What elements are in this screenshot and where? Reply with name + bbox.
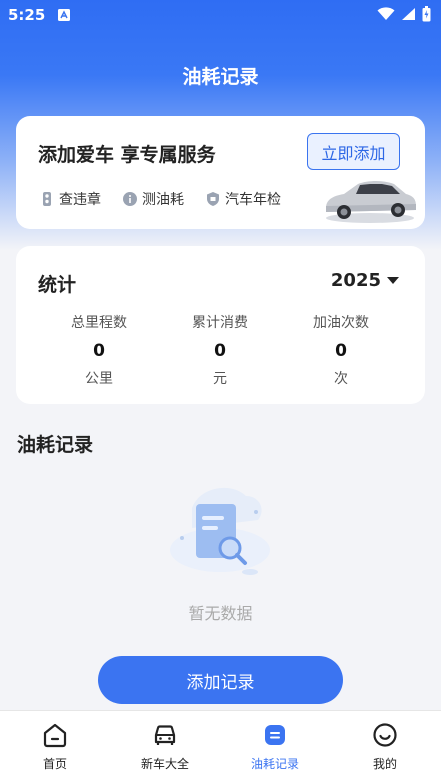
statistics-card: 统计 2025 总里程数 0 公里 累计消费 0 元 加油次数 0 次 <box>16 246 425 404</box>
battery-icon <box>422 6 431 22</box>
shield-icon <box>207 192 219 206</box>
status-time: 5:25 <box>8 6 46 24</box>
stat-label: 总里程数 <box>71 315 127 331</box>
stat-total-cost: 累计消费 0 元 <box>160 312 280 388</box>
tab-fuel-records[interactable]: 油耗记录 <box>220 721 330 772</box>
profile-icon <box>373 723 397 747</box>
add-car-promo-card: 添加爱车 享专属服务 立即添加 查违章 测油耗 汽车年检 <box>16 116 425 229</box>
tab-profile[interactable]: 我的 <box>330 721 440 772</box>
car-icon <box>154 725 176 745</box>
stat-total-mileage: 总里程数 0 公里 <box>39 312 159 388</box>
wifi-icon <box>377 7 395 20</box>
add-record-button[interactable]: 添加记录 <box>98 656 343 704</box>
page-title: 油耗记录 <box>182 66 259 88</box>
caret-down-icon <box>387 277 399 284</box>
status-bar: 5:25 <box>0 0 441 30</box>
info-icon <box>123 192 137 206</box>
promo-title: 添加爱车 享专属服务 <box>38 144 216 166</box>
traffic-light-icon <box>43 192 51 206</box>
stat-unit: 元 <box>213 371 227 387</box>
stat-unit: 公里 <box>85 371 113 387</box>
records-section-title: 油耗记录 <box>17 434 94 456</box>
fuel-record-icon <box>265 725 285 745</box>
feature-label: 汽车年检 <box>225 192 281 208</box>
tab-label: 我的 <box>372 757 397 771</box>
promo-features: 查违章 测油耗 汽车年检 <box>40 189 281 209</box>
feature-violation-check[interactable]: 查违章 <box>40 189 101 209</box>
add-now-button[interactable]: 立即添加 <box>307 133 400 170</box>
stat-label: 加油次数 <box>313 315 369 331</box>
tab-label: 油耗记录 <box>250 757 299 771</box>
tab-new-cars[interactable]: 新车大全 <box>110 721 220 772</box>
notification-app-icon <box>58 9 70 21</box>
stat-value: 0 <box>335 341 347 361</box>
year-value: 2025 <box>330 270 381 291</box>
home-icon <box>43 723 67 748</box>
stat-value: 0 <box>214 341 226 361</box>
feature-annual-inspection[interactable]: 汽车年检 <box>206 189 281 209</box>
car-illustration <box>326 181 416 223</box>
stats-title: 统计 <box>38 274 77 296</box>
tab-label: 首页 <box>42 757 67 771</box>
bottom-tab-bar: 首页 新车大全 油耗记录 我的 <box>0 710 441 784</box>
stat-label: 累计消费 <box>192 315 248 331</box>
tab-label: 新车大全 <box>140 757 189 771</box>
year-selector[interactable]: 2025 <box>331 270 399 291</box>
stat-value: 0 <box>93 341 105 361</box>
signal-icon <box>402 8 415 20</box>
feature-label: 查违章 <box>59 192 101 208</box>
feature-label: 测油耗 <box>142 192 184 208</box>
stat-refuel-count: 加油次数 0 次 <box>281 312 401 388</box>
empty-document-icon <box>170 487 270 575</box>
feature-fuel-test[interactable]: 测油耗 <box>123 189 184 209</box>
stat-unit: 次 <box>334 371 348 387</box>
tab-home[interactable]: 首页 <box>0 721 110 772</box>
empty-state-text: 暂无数据 <box>188 604 253 623</box>
